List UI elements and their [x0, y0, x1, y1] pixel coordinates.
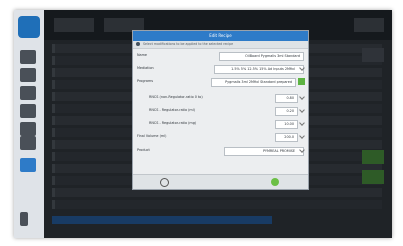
final-volume-input[interactable]: 200.0	[275, 133, 298, 142]
ok-button[interactable]	[271, 178, 279, 186]
flask-icon[interactable]	[20, 86, 36, 100]
field-label: Product	[137, 148, 150, 152]
rncs-regulator-mg-input[interactable]: 10.00	[275, 120, 298, 129]
dialog-title: Edit Recipe	[133, 31, 308, 41]
rncs-nonregulator-input[interactable]: 0.80	[275, 94, 298, 103]
stepper-icon[interactable]	[299, 94, 305, 100]
dialog-footer	[133, 174, 308, 189]
stepper-icon[interactable]	[299, 120, 305, 126]
programs-input[interactable]: Pygmalis 3ml 2Mfixl Standard prepared	[211, 78, 296, 87]
name-field[interactable]: Name OilBoard Pygmalis 3ml Standard	[135, 51, 306, 61]
info-icon	[136, 42, 140, 46]
rncs-regulator-ml-field[interactable]: RNCS - Regulator-ratio (ml) 0.20	[135, 106, 306, 116]
dialog-info-bar: Select modifications to be applied to th…	[133, 41, 308, 49]
app-logo-icon	[18, 16, 40, 38]
stepper-icon[interactable]	[299, 107, 305, 113]
field-label: Name	[137, 53, 148, 57]
left-sidebar	[14, 10, 44, 238]
programs-toggle-checkbox[interactable]	[298, 78, 305, 85]
edit-recipe-dialog: Edit Recipe Select modifications to be a…	[132, 30, 309, 190]
screenshot-frame: Edit Recipe Select modifications to be a…	[14, 10, 392, 238]
stepper-icon[interactable]	[299, 133, 305, 139]
home-icon[interactable]	[20, 50, 36, 64]
power-icon[interactable]	[20, 212, 28, 226]
user-icon[interactable]	[20, 68, 36, 82]
field-label: Programs	[137, 79, 154, 83]
dialog-subtitle: Select modifications to be applied to th…	[143, 42, 234, 46]
field-label: Final Volume (ml)	[137, 134, 167, 138]
field-label: Mediation	[137, 66, 154, 70]
field-label: RNCS - Regulator-ratio (ml)	[149, 108, 195, 112]
rncs-regulator-ml-input[interactable]: 0.20	[275, 107, 298, 116]
download-icon[interactable]	[20, 122, 36, 136]
product-select[interactable]: PYMREAL PROMISE	[224, 147, 304, 156]
rncs-regulator-mg-field[interactable]: RNCS - Regulator-ratio (mg) 10.00	[135, 119, 306, 129]
mediation-select[interactable]: 1.5% 5% 12.5% 15% Ad Inputs 2Mfixl	[214, 65, 304, 74]
product-field[interactable]: Product PYMREAL PROMISE	[135, 146, 306, 156]
mediation-field[interactable]: Mediation 1.5% 5% 12.5% 15% Ad Inputs 2M…	[135, 64, 306, 74]
cancel-button[interactable]	[160, 178, 169, 187]
programs-field[interactable]: Programs Pygmalis 3ml 2Mfixl Standard pr…	[135, 77, 306, 87]
final-volume-field[interactable]: Final Volume (ml) 200.0	[135, 132, 306, 142]
field-label: RNCS (non-Regulator-ratio 0 to)	[149, 95, 203, 99]
settings-icon[interactable]	[20, 136, 36, 150]
field-label: RNCS - Regulator-ratio (mg)	[149, 121, 197, 125]
rncs-nonregulator-field[interactable]: RNCS (non-Regulator-ratio 0 to) 0.80	[135, 93, 306, 103]
document-icon[interactable]	[20, 104, 36, 118]
recipes-icon[interactable]	[20, 158, 36, 172]
name-input[interactable]: OilBoard Pygmalis 3ml Standard	[219, 52, 304, 61]
